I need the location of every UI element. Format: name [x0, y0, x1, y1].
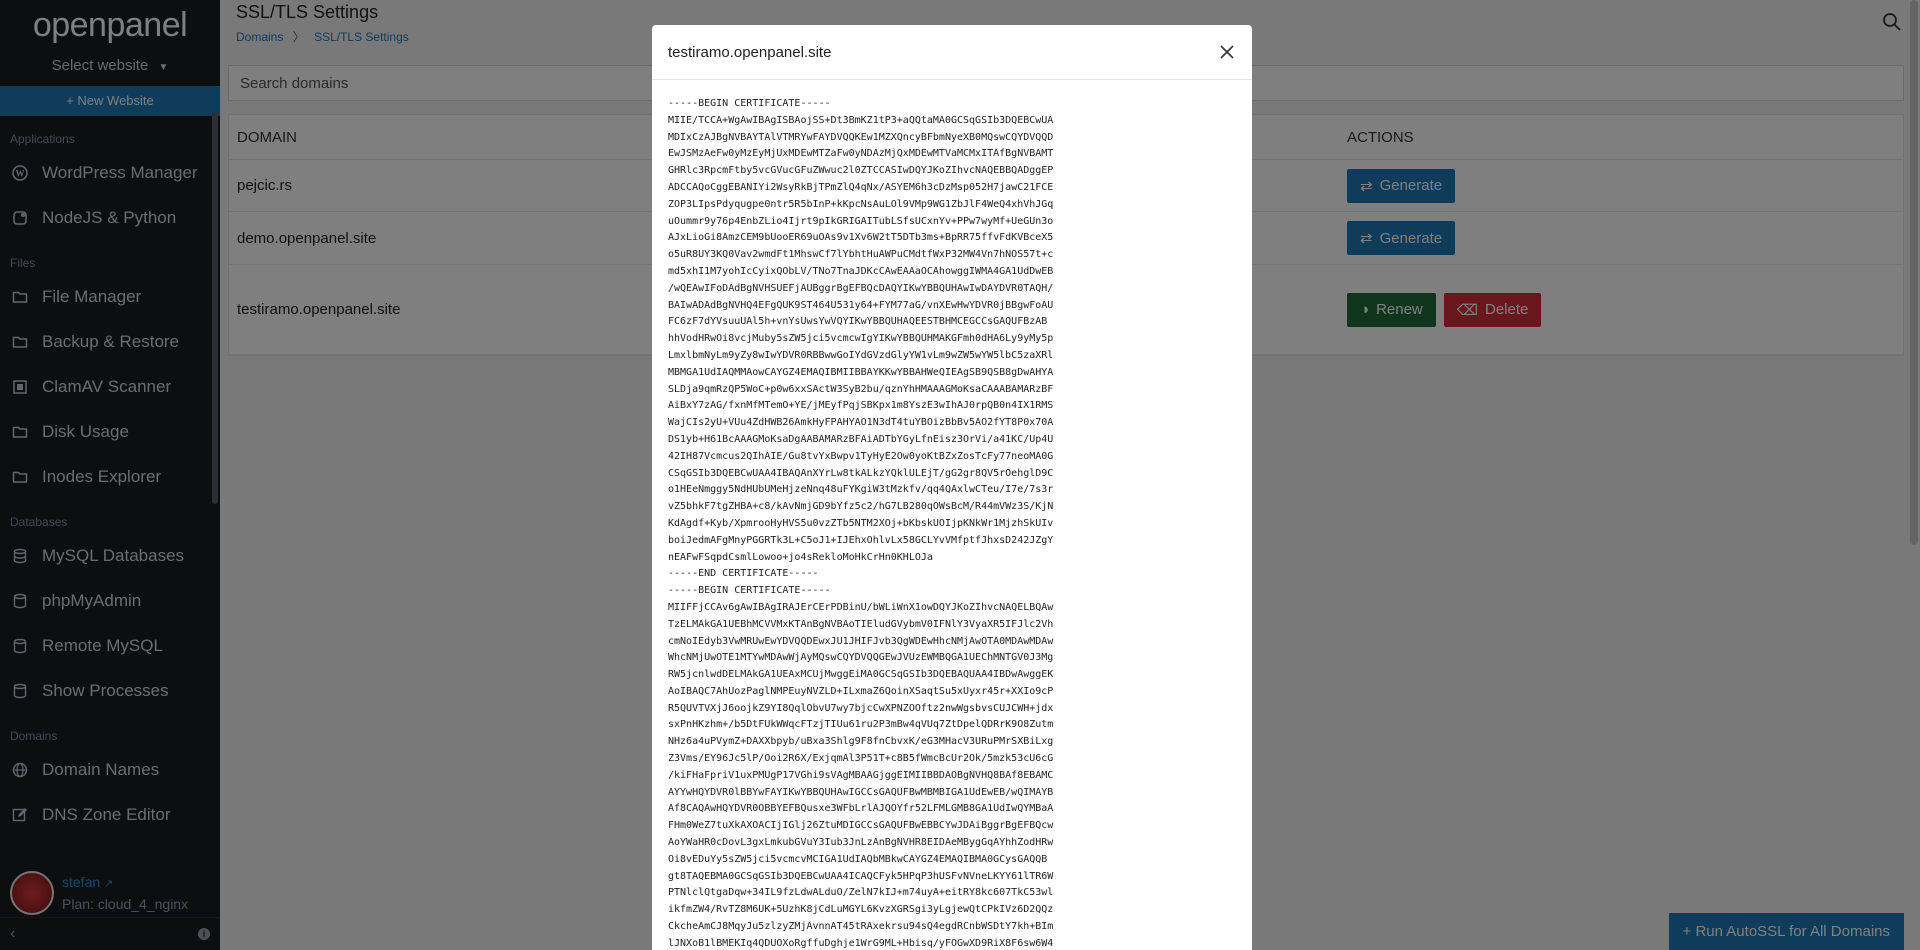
certificate-modal: testiramo.openpanel.site -----BEGIN CERT…	[652, 25, 1252, 950]
close-icon[interactable]	[1218, 43, 1236, 61]
modal-header: testiramo.openpanel.site	[652, 25, 1252, 80]
certificate-text: -----BEGIN CERTIFICATE----- MIIE/TCCA+Wg…	[668, 98, 1054, 949]
modal-title: testiramo.openpanel.site	[668, 43, 832, 61]
